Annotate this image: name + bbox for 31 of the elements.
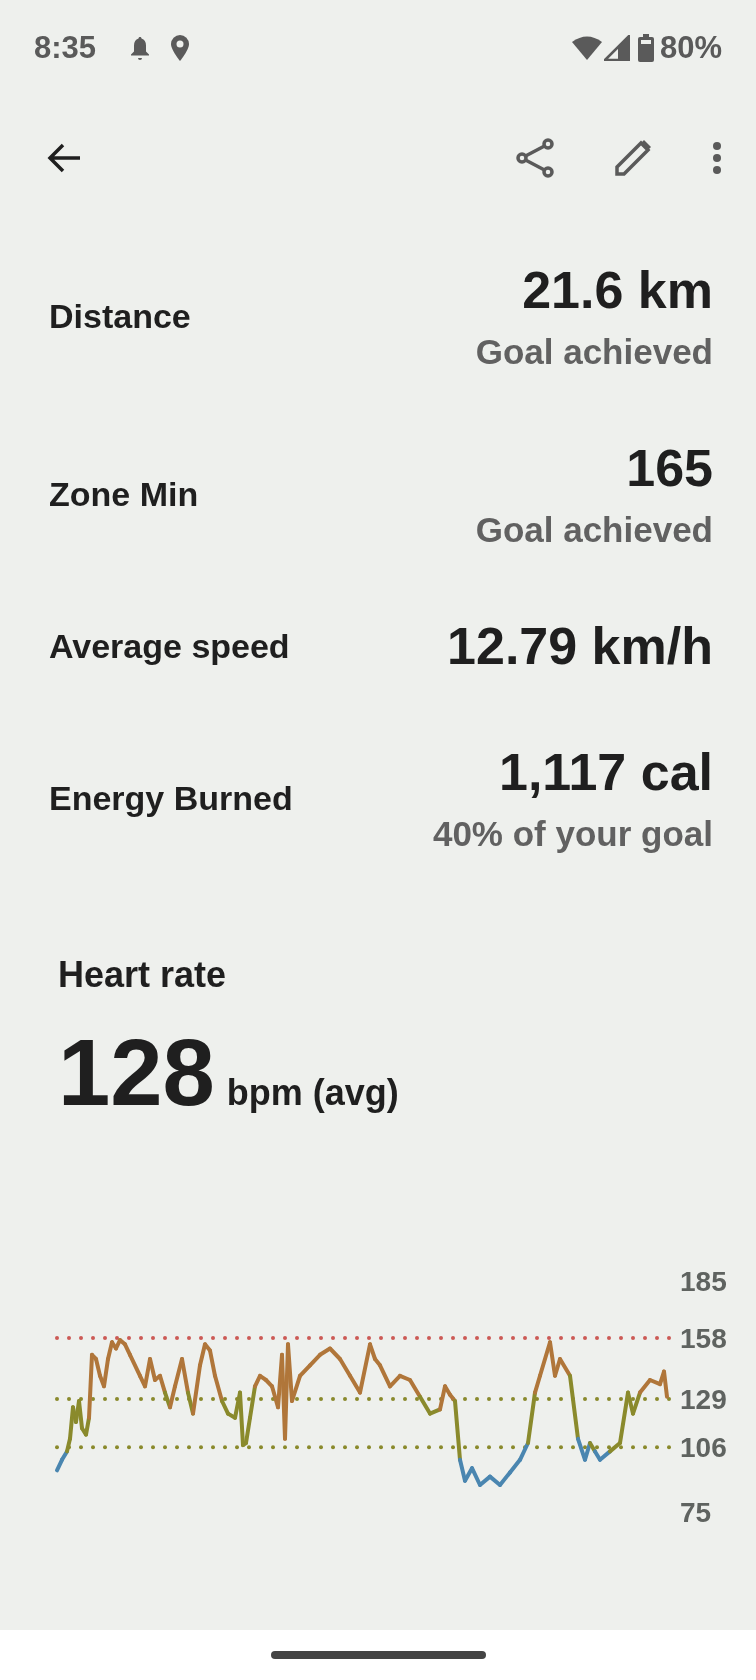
stat-value: 165	[626, 438, 713, 498]
bell-icon	[130, 35, 151, 60]
heart-rate-value: 128	[58, 1026, 215, 1120]
axis-tick-label: 185	[680, 1266, 727, 1298]
axis-tick-label: 129	[680, 1383, 727, 1415]
section-title: Heart rate	[58, 954, 228, 996]
axis-tick-label: 75	[680, 1497, 712, 1529]
stat-note: 40% of your goal	[432, 814, 713, 854]
stat-value: 12.79 km/h	[447, 616, 713, 676]
wifi-icon	[571, 34, 602, 61]
pencil-icon	[614, 138, 652, 177]
signal-icon	[603, 34, 630, 61]
share-icon	[516, 137, 554, 178]
stat-label: Zone Min	[49, 474, 199, 514]
heart-rate-unit: bpm (avg)	[226, 1072, 399, 1114]
stat-label: Energy Burned	[49, 778, 293, 818]
axis-tick-label: 106	[680, 1432, 727, 1464]
battery-percent: 80%	[659, 29, 722, 66]
clock-time: 8:35	[34, 29, 97, 66]
stat-value: 1,117 cal	[499, 742, 713, 802]
home-handle[interactable]	[270, 1651, 486, 1659]
back-arrow-icon	[46, 141, 82, 174]
more-vertical-icon	[712, 140, 722, 175]
location-pin-icon	[170, 33, 191, 62]
battery-icon	[637, 33, 654, 62]
stat-label: Distance	[49, 296, 191, 336]
stat-label: Average speed	[49, 626, 290, 666]
stat-value: 21.6 km	[522, 260, 713, 320]
stat-note: Goal achieved	[475, 510, 713, 550]
axis-tick-label: 158	[680, 1323, 727, 1354]
stat-note: Goal achieved	[475, 332, 713, 372]
